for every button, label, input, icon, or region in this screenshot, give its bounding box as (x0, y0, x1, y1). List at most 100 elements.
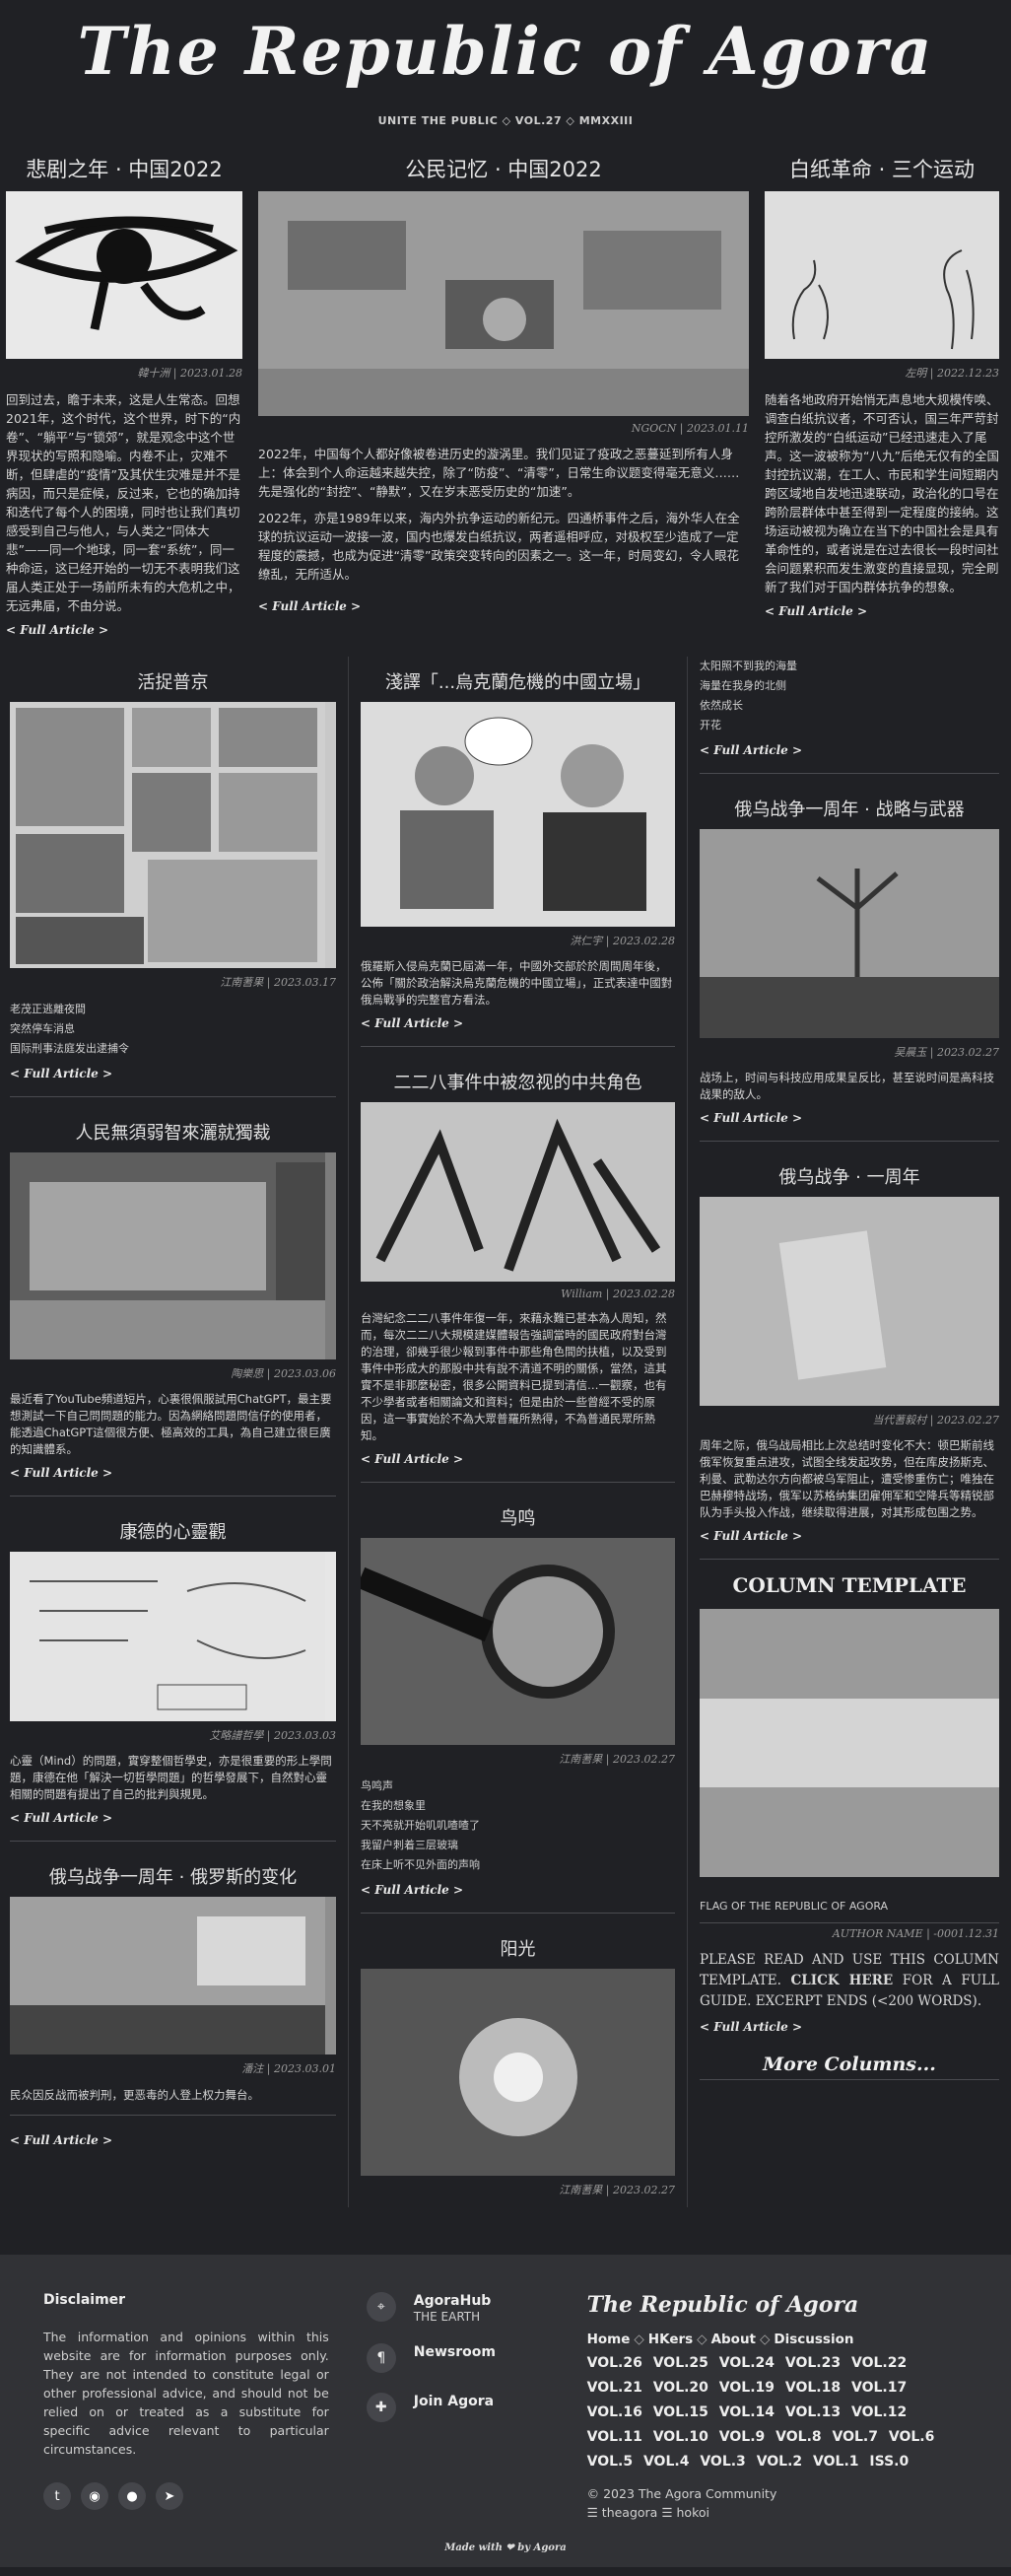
column-template-title[interactable]: COLUMN TEMPLATE (700, 1573, 999, 1597)
full-article-link[interactable]: < Full Article > (10, 2133, 336, 2147)
volume-link[interactable]: VOL.10 (653, 2429, 713, 2445)
painting-image[interactable] (258, 191, 749, 416)
more-columns-link[interactable]: More Columns... (700, 2054, 999, 2075)
billboard-birds-image[interactable] (10, 1897, 336, 2054)
article-title[interactable]: 阳光 (361, 1935, 675, 1961)
nav-about[interactable]: About (711, 2332, 756, 2347)
twitter-icon[interactable]: t (43, 2482, 71, 2510)
article-title[interactable]: 人民無須弱智來灑就獨裁 (10, 1119, 336, 1145)
volume-link[interactable]: VOL.5 (587, 2454, 638, 2470)
cartoon-image[interactable] (361, 702, 675, 927)
column-middle: 淺譯「...烏克蘭危機的中國立場」 洪仁宇 | 2023.02.28 俄羅斯入侵… (349, 657, 688, 2207)
volume-link[interactable]: VOL.7 (833, 2429, 883, 2445)
article-byline: 潘注 | 2023.03.01 (241, 2062, 336, 2075)
volume-link[interactable]: VOL.4 (643, 2454, 694, 2470)
banknotes-image[interactable] (700, 1197, 999, 1406)
volume-link[interactable]: VOL.24 (719, 2355, 779, 2371)
mural-image[interactable] (10, 1152, 336, 1359)
full-article-link[interactable]: < Full Article > (700, 1529, 999, 1543)
featured-row: 悲剧之年 · 中国2022 韓十洲 | 2023.01.28 回到过去，瞻于未来… (0, 140, 1011, 643)
article-title[interactable]: 悲剧之年 · 中国2022 (6, 154, 242, 183)
click-here-link[interactable]: CLICK HERE (791, 1973, 894, 1988)
woodcut-image[interactable] (361, 1102, 675, 1282)
puzzle-icon: ✚ (366, 2393, 396, 2422)
article-title[interactable]: 白纸革命 · 三个运动 (765, 154, 999, 183)
volume-link[interactable]: VOL.19 (719, 2380, 779, 2396)
made-with-love: Made with ❤ by Agora (444, 2541, 567, 2553)
telegram-icon[interactable]: ➤ (156, 2482, 183, 2510)
article-excerpt: 俄羅斯入侵烏克蘭已屆滿一年，中國外交部於於周間周年後，公佈「關於政治解決烏克蘭危… (361, 959, 673, 1007)
full-article-link[interactable]: < Full Article > (700, 2020, 999, 2034)
full-article-link[interactable]: < Full Article > (10, 1466, 336, 1480)
article-title[interactable]: 俄乌战争 · 一周年 (700, 1163, 999, 1189)
github-icon[interactable]: ◉ (81, 2482, 108, 2510)
article-title[interactable]: 淺譯「...烏克蘭危機的中國立場」 (361, 668, 675, 694)
sunlight-image[interactable] (361, 1969, 675, 2176)
article-title[interactable]: 活捉普京 (10, 668, 336, 694)
full-article-link[interactable]: < Full Article > (10, 1811, 336, 1825)
article-byline: 左明 | 2022.12.23 (905, 367, 999, 380)
newsroom-link[interactable]: ¶ Newsroom (366, 2343, 595, 2373)
volume-link[interactable]: VOL.26 (587, 2355, 647, 2371)
full-article-link[interactable]: < Full Article > (10, 1067, 336, 1080)
site-title[interactable]: The Republic of Agora (0, 10, 1011, 93)
winter-trees-image[interactable] (700, 829, 999, 1038)
volume-link[interactable]: VOL.9 (719, 2429, 770, 2445)
article-title[interactable]: 鸟鸣 (361, 1504, 675, 1530)
article-title[interactable]: 二二八事件中被忽视的中共角色 (361, 1069, 675, 1094)
full-article-link[interactable]: < Full Article > (258, 599, 749, 613)
volume-link[interactable]: VOL.12 (851, 2404, 907, 2420)
article-title[interactable]: 康德的心靈觀 (10, 1518, 336, 1544)
putin-collage-image[interactable] (10, 702, 336, 968)
volume-link[interactable]: VOL.21 (587, 2380, 647, 2396)
twitter-magnifier-image[interactable] (361, 1538, 675, 1745)
nav-hkers[interactable]: HKers (648, 2332, 693, 2347)
hands-drawing-image[interactable] (765, 191, 999, 359)
volume-link[interactable]: VOL.11 (587, 2429, 647, 2445)
article-excerpt: 民众因反战而被判刑，更恶毒的人登上权力舞台。 (10, 2088, 259, 2102)
eye-of-horus-image[interactable] (6, 191, 242, 359)
agora-flag-image (700, 1609, 999, 1878)
agorahub-link[interactable]: ⌖ AgoraHub THE EARTH (366, 2292, 595, 2324)
volume-link[interactable]: VOL.3 (700, 2454, 750, 2470)
volume-link[interactable]: ISS.0 (869, 2454, 909, 2470)
volume-link[interactable]: VOL.13 (785, 2404, 845, 2420)
join-agora-link[interactable]: ✚ Join Agora (366, 2393, 595, 2422)
nav-home[interactable]: Home (587, 2332, 631, 2347)
article-title[interactable]: 俄乌战争一周年 · 俄罗斯的变化 (10, 1863, 336, 1889)
reddit-icon[interactable]: ● (118, 2482, 146, 2510)
article-byline: William | 2023.02.28 (561, 1288, 675, 1300)
article-title[interactable]: 俄乌战争一周年 · 战略与武器 (700, 796, 999, 821)
full-article-link[interactable]: < Full Article > (765, 604, 999, 618)
volume-link[interactable]: VOL.23 (785, 2355, 845, 2371)
volume-link[interactable]: VOL.14 (719, 2404, 779, 2420)
volume-link[interactable]: VOL.2 (757, 2454, 807, 2470)
full-article-link[interactable]: < Full Article > (361, 1883, 675, 1897)
article-byline: AUTHOR NAME | -0001.12.31 (700, 1922, 999, 1940)
volume-link[interactable]: VOL.22 (851, 2355, 907, 2371)
volume-link[interactable]: VOL.6 (889, 2429, 934, 2445)
column-right: 太阳照不到我的海量 海量在我身的北侧 依然成长 开花 < Full Article >… (688, 657, 999, 2207)
whiteboard-sketch-image[interactable] (10, 1552, 336, 1721)
volume-link[interactable]: VOL.1 (813, 2454, 863, 2470)
article-excerpt: 随着各地政府开始悄无声息地大规模传唤、调查白纸抗议者，不可否认，国三年严苛封控所… (765, 392, 999, 594)
volume-link[interactable]: VOL.16 (587, 2404, 647, 2420)
volume-link[interactable]: VOL.18 (785, 2380, 845, 2396)
full-article-link[interactable]: < Full Article > (361, 1452, 675, 1466)
footer-brand[interactable]: The Republic of Agora (587, 2292, 968, 2318)
full-article-link[interactable]: < Full Article > (700, 1111, 999, 1125)
volume-link[interactable]: VOL.17 (851, 2380, 907, 2396)
volume-link[interactable]: VOL.25 (653, 2355, 713, 2371)
article-excerpt: 周年之际，俄乌战局相比上次总结时变化不大：顿巴斯前线俄军恢复重点进攻，试图全线发… (700, 1438, 994, 1519)
article-title[interactable]: 公民记忆 · 中国2022 (258, 154, 749, 183)
volume-link[interactable]: VOL.8 (775, 2429, 826, 2445)
footer-nav: The Republic of Agora Home ◇ HKers ◇ About ◇ D… (587, 2292, 968, 2538)
full-article-link[interactable]: < Full Article > (700, 743, 999, 757)
volume-link[interactable]: VOL.15 (653, 2404, 713, 2420)
article-byline: 艾略譜哲學 | 2023.03.03 (209, 1729, 336, 1742)
full-article-link[interactable]: < Full Article > (361, 1016, 675, 1030)
nav-discussion[interactable]: Discussion (774, 2332, 853, 2347)
full-article-link[interactable]: < Full Article > (6, 623, 242, 637)
template-text: PLEASE READ AND USE THIS COLUMN TEMPLATE… (700, 1952, 1000, 2009)
volume-link[interactable]: VOL.20 (653, 2380, 713, 2396)
